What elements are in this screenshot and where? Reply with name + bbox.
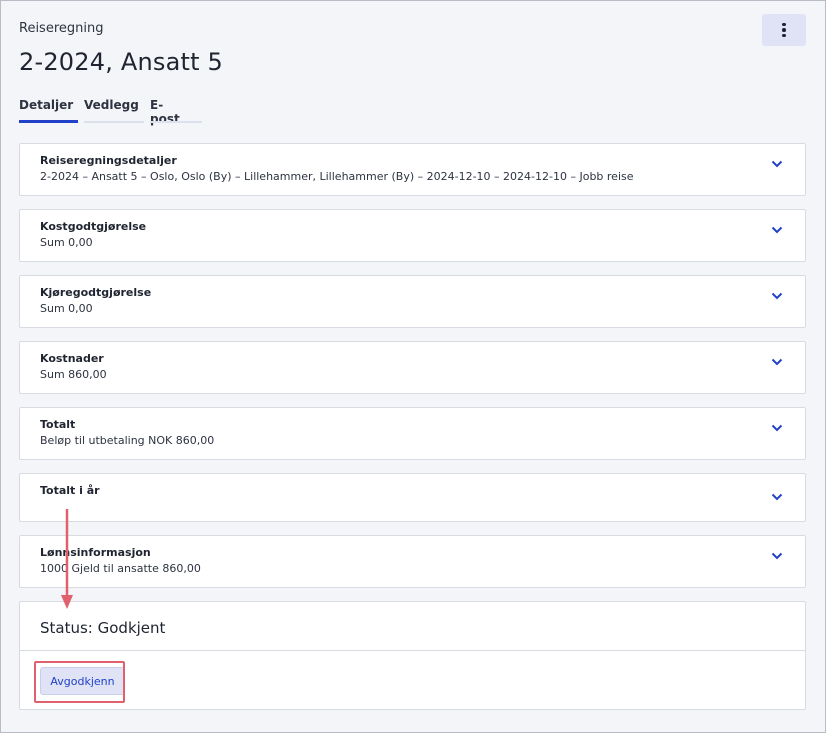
tab-vedlegg-underline [84,121,144,123]
annotation-arrow-icon [61,509,73,609]
chevron-down-icon[interactable] [771,358,783,366]
section-subtitle: Sum 0,00 [40,302,93,315]
section-subtitle: Beløp til utbetaling NOK 860,00 [40,434,215,447]
tab-detaljer[interactable]: Detaljer [19,98,73,112]
tab-vedlegg[interactable]: Vedlegg [84,98,139,112]
annotation-highlight-box [34,661,125,703]
section-title: Kostgodtgjørelse [40,220,147,233]
section-kjoregodtgjorelse[interactable]: Kjøregodtgjørelse Sum 0,00 [19,275,806,328]
breadcrumb: Reiseregning [19,21,104,36]
chevron-down-icon[interactable] [771,160,783,168]
section-title: Totalt i år [40,484,100,497]
page-frame: Reiseregning 2-2024, Ansatt 5 Detaljer V… [0,0,826,733]
section-subtitle: Sum 0,00 [40,236,93,249]
chevron-down-icon[interactable] [771,292,783,300]
section-title: Kjøregodtgjørelse [40,286,152,299]
section-title: Totalt [40,418,76,431]
divider [20,650,805,651]
section-title: Reiseregningsdetaljer [40,154,177,167]
section-title: Kostnader [40,352,104,365]
section-totalt-i-ar[interactable]: Totalt i år [19,473,806,522]
more-options-button[interactable] [762,14,806,46]
chevron-down-icon[interactable] [771,552,783,560]
chevron-down-icon[interactable] [771,226,783,234]
section-title: Lønnsinformasjon [40,546,151,559]
more-vertical-icon [782,22,786,38]
section-reiseregningsdetaljer[interactable]: Reiseregningsdetaljer 2-2024 – Ansatt 5 … [19,143,806,196]
section-subtitle: 2-2024 – Ansatt 5 – Oslo, Oslo (By) – Li… [40,170,634,183]
chevron-down-icon[interactable] [771,424,783,432]
page-title: 2-2024, Ansatt 5 [19,48,224,76]
section-subtitle: Sum 860,00 [40,368,107,381]
status-card: Status: Godkjent Avgodkjenn [19,601,806,710]
tab-e-post-underline [150,121,202,123]
section-kostnader[interactable]: Kostnader Sum 860,00 [19,341,806,394]
status-text: Status: Godkjent [40,619,166,637]
section-kostgodtgjorelse[interactable]: Kostgodtgjørelse Sum 0,00 [19,209,806,262]
chevron-down-icon[interactable] [771,493,783,501]
section-lonnsinformasjon[interactable]: Lønnsinformasjon 1000 Gjeld til ansatte … [19,535,806,588]
section-totalt[interactable]: Totalt Beløp til utbetaling NOK 860,00 [19,407,806,460]
tab-detaljer-underline [19,120,78,123]
